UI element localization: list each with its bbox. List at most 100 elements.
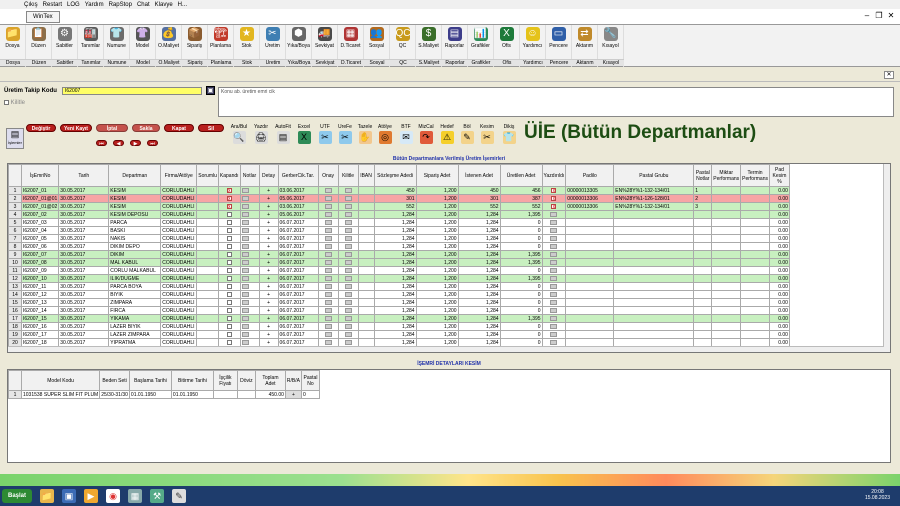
- printed-cell[interactable]: x: [541, 202, 567, 211]
- note-icon[interactable]: [241, 331, 249, 337]
- detail-cell[interactable]: +: [258, 234, 279, 243]
- printed-cell[interactable]: [541, 306, 567, 315]
- menu-item-h[interactable]: H...: [178, 2, 187, 8]
- lock-cell[interactable]: [337, 290, 359, 299]
- note-icon[interactable]: [241, 299, 249, 305]
- lock-icon[interactable]: [344, 195, 352, 201]
- column-header-pastal-grubu[interactable]: Pastal Grubu: [613, 164, 695, 187]
- checkbox-icon[interactable]: [226, 227, 232, 233]
- table-row[interactable]: 8 I62007_06 30.05.2017 DIKIM DEPO CORLUDAHLI…: [8, 242, 790, 251]
- urefe-button[interactable]: UreFe ✂: [336, 124, 354, 150]
- checkbox-icon[interactable]: [226, 259, 232, 265]
- approval-icon[interactable]: [324, 203, 332, 209]
- lock-cell[interactable]: [337, 218, 359, 227]
- lock-cell[interactable]: [337, 250, 359, 259]
- toolbar-dropdown[interactable]: Yardımcı: [520, 59, 546, 66]
- tool-icon[interactable]: ⚒: [150, 489, 164, 503]
- lock-cell[interactable]: [337, 330, 359, 339]
- first-record-icon[interactable]: ⏮: [96, 140, 107, 147]
- utf-button[interactable]: UTF ✂: [316, 124, 334, 150]
- checkbox-icon[interactable]: [226, 299, 232, 305]
- toolbar-dropdown[interactable]: QC: [390, 59, 416, 66]
- checkbox-icon[interactable]: [226, 291, 232, 297]
- tazele-button[interactable]: Tazele ✋: [356, 124, 374, 150]
- approval-icon[interactable]: [324, 259, 332, 265]
- delete-button[interactable]: Sil: [198, 124, 224, 132]
- notes-cell[interactable]: [239, 258, 260, 267]
- media-icon[interactable]: ▶: [84, 489, 98, 503]
- column-header-padilo[interactable]: Padilo: [565, 164, 615, 187]
- lock-cell[interactable]: [337, 266, 359, 275]
- approval-cell[interactable]: [317, 282, 339, 291]
- approval-cell[interactable]: [317, 314, 339, 323]
- lock-cell[interactable]: [337, 242, 359, 251]
- notes-cell[interactable]: [239, 194, 260, 203]
- closed-cell[interactable]: [217, 266, 241, 275]
- note-icon[interactable]: [241, 323, 249, 329]
- checkbox-icon[interactable]: [226, 323, 232, 329]
- row-number[interactable]: 1: [8, 186, 22, 195]
- closed-cell[interactable]: [217, 242, 241, 251]
- grid-horizontal-scrollbar[interactable]: [8, 346, 884, 352]
- at-lye-button[interactable]: Atölye ◎: [376, 124, 394, 150]
- approval-icon[interactable]: [324, 211, 332, 217]
- note-icon[interactable]: [241, 315, 249, 321]
- paint-icon[interactable]: ✎: [172, 489, 186, 503]
- close-button[interactable]: Kapat: [164, 124, 194, 132]
- mizcal-button[interactable]: MizCal ↷: [417, 124, 435, 150]
- note-icon[interactable]: [241, 267, 249, 273]
- printed-cell[interactable]: [541, 218, 567, 227]
- notes-cell[interactable]: [239, 290, 260, 299]
- approval-cell[interactable]: [317, 322, 339, 331]
- strip-close-icon[interactable]: ✕: [884, 71, 894, 79]
- toolbar-pencere-button[interactable]: ▭ Pencere Pencere: [546, 25, 572, 67]
- closed-cell[interactable]: [217, 210, 241, 219]
- printed-icon[interactable]: [550, 259, 558, 265]
- approval-cell[interactable]: [317, 242, 339, 251]
- lock-icon[interactable]: [344, 267, 352, 273]
- row-number[interactable]: 13: [8, 282, 22, 291]
- note-icon[interactable]: [241, 339, 249, 345]
- checkbox-icon[interactable]: [226, 339, 232, 345]
- notes-cell[interactable]: [239, 218, 260, 227]
- lock-icon[interactable]: [344, 211, 352, 217]
- lock-cell[interactable]: [337, 274, 359, 283]
- toolbar-yard-mc-button[interactable]: ☺ Yardımcı Yardımcı: [520, 25, 546, 67]
- detail-cell[interactable]: +: [258, 306, 279, 315]
- table-row[interactable]: 7 I62007_05 30.05.2017 NAKIS CORLUDAHLI +06.0…: [8, 234, 790, 243]
- approval-icon[interactable]: [324, 187, 332, 193]
- toolbar-numune-button[interactable]: 👕 Numune Numune: [104, 25, 130, 67]
- menu-item-rapstop[interactable]: RapStop: [109, 2, 132, 8]
- toolbar-dropdown[interactable]: Ö.Maliyet: [156, 59, 182, 66]
- detail-header-r-b-a[interactable]: R/B/A: [284, 370, 302, 391]
- approval-cell[interactable]: [317, 274, 339, 283]
- approval-icon[interactable]: [324, 251, 332, 257]
- detail-header-d-viz[interactable]: Döviz: [236, 370, 256, 391]
- note-icon[interactable]: [241, 219, 249, 225]
- yazd-r-button[interactable]: Yazdır 🖨: [252, 124, 270, 150]
- detail-header-ba-lama-tarihi[interactable]: Başlama Tarihi: [128, 370, 172, 391]
- column-header-i-stenen-adet[interactable]: İstenen Adet: [457, 164, 501, 187]
- detail-row[interactable]: 1 1031538 SUPER SLIM FIT PLUM 25/30-31/30 0…: [8, 390, 320, 399]
- diki-button[interactable]: Dikiş 👕: [500, 124, 518, 150]
- toolbar-stok-button[interactable]: ★ Stok Stok: [234, 25, 260, 67]
- approval-icon[interactable]: [324, 291, 332, 297]
- detail-cell[interactable]: +: [258, 298, 279, 307]
- toolbar-d-zen-button[interactable]: 📋 Düzen Düzen: [26, 25, 52, 67]
- column-header-pad-kesim[interactable]: Pad Kesim %: [768, 164, 790, 187]
- row-number[interactable]: 12: [8, 274, 22, 283]
- excel-button[interactable]: Excel X: [295, 124, 313, 150]
- checkbox-icon[interactable]: [226, 283, 232, 289]
- btf-button[interactable]: BTF ✉: [397, 124, 415, 150]
- closed-cell[interactable]: [217, 330, 241, 339]
- toolbar-sipari-button[interactable]: 📦 Sipariş Sipariş: [182, 25, 208, 67]
- hedef-button[interactable]: Hedef ⚠: [438, 124, 456, 150]
- note-icon[interactable]: [241, 203, 249, 209]
- toolbar-dropdown[interactable]: Stok: [234, 59, 260, 66]
- column-header-kilitle[interactable]: Kilitle: [337, 164, 359, 187]
- next-record-icon[interactable]: ▶: [130, 140, 141, 147]
- window-tab[interactable]: WinTex: [26, 11, 60, 23]
- column-header-notlar[interactable]: Notlar: [239, 164, 260, 187]
- detail-cell[interactable]: +: [258, 218, 279, 227]
- lock-icon[interactable]: [344, 203, 352, 209]
